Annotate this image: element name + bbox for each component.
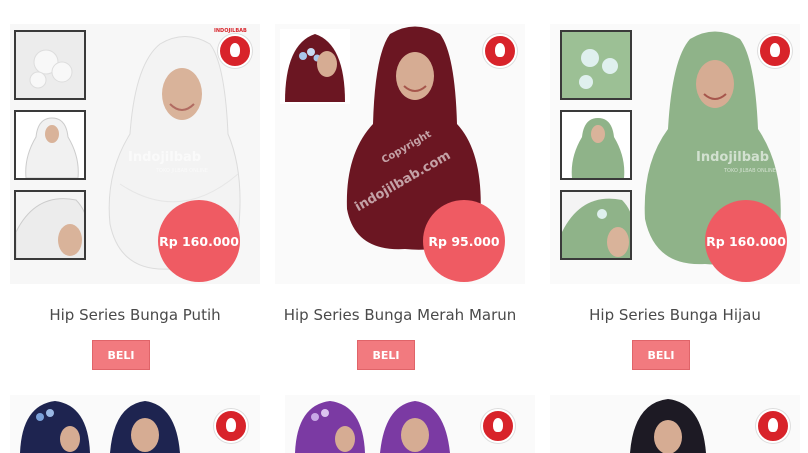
watermark-tagline: TOKO JILBAB ONLINE — [724, 168, 776, 174]
product-image[interactable]: Copyright indojilbab.com Rp 95.000 — [275, 24, 525, 284]
price-text: Rp 160.000 — [159, 233, 239, 249]
brand-logo-icon — [218, 34, 252, 68]
price-text: Rp 160.000 — [706, 233, 786, 249]
brand-logo-icon — [758, 34, 792, 68]
watermark-tagline: TOKO JILBAB ONLINE — [156, 168, 208, 174]
thumbnail-flower[interactable] — [560, 30, 632, 100]
thumbnail-front[interactable] — [14, 110, 86, 180]
product-card[interactable] — [10, 395, 260, 453]
buy-button[interactable]: BELI — [632, 340, 690, 370]
brand-logo-icon — [214, 409, 248, 443]
product-image[interactable]: Indojilbab TOKO JILBAB ONLINE INDOJILBAB… — [10, 24, 260, 284]
price-text: Rp 95.000 — [428, 233, 500, 249]
product-card[interactable] — [550, 395, 800, 453]
thumbnail-closeup[interactable] — [14, 190, 86, 260]
price-badge: Rp 160.000 — [158, 200, 240, 282]
price-badge: Rp 160.000 — [705, 200, 787, 282]
product-title[interactable]: Hip Series Bunga Merah Marun — [275, 306, 525, 324]
watermark-brand: Indojilbab — [696, 150, 770, 165]
price-badge: Rp 95.000 — [423, 200, 505, 282]
thumbnail-front[interactable] — [560, 110, 632, 180]
thumbnail-flower[interactable] — [14, 30, 86, 100]
hijab-thumb-icon — [562, 112, 630, 178]
thumbnail-closeup[interactable] — [560, 190, 632, 260]
hijab-closeup-icon — [562, 192, 630, 258]
hijab-closeup-icon — [16, 192, 84, 258]
product-image[interactable]: Indojilbab TOKO JILBAB ONLINE Rp 160.000 — [550, 24, 800, 284]
buy-button[interactable]: BELI — [357, 340, 415, 370]
brand-logo-icon — [483, 34, 517, 68]
brand-logo-icon — [756, 409, 790, 443]
flower-icon — [16, 32, 84, 98]
flower-icon — [562, 32, 630, 98]
brand-logo-icon — [481, 409, 515, 443]
brand-logo-text: INDOJILBAB — [214, 28, 247, 34]
product-title[interactable]: Hip Series Bunga Hijau — [550, 306, 800, 324]
hijab-thumb-icon — [16, 112, 84, 178]
product-title[interactable]: Hip Series Bunga Putih — [10, 306, 260, 324]
watermark-brand: Indojilbab — [128, 150, 202, 165]
product-card[interactable] — [285, 395, 535, 453]
buy-button[interactable]: BELI — [92, 340, 150, 370]
